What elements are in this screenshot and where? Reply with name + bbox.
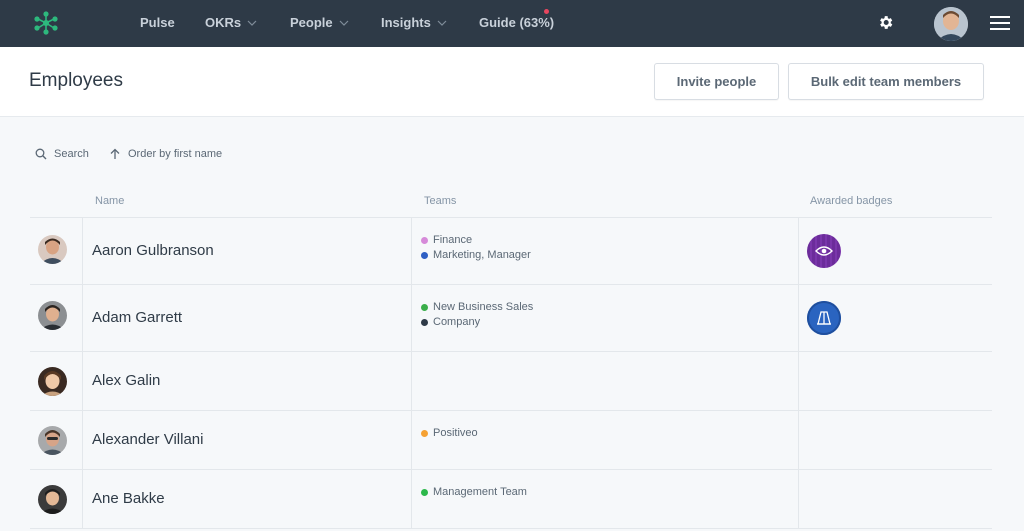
badges-cell [798, 411, 992, 469]
avatar-photo [38, 367, 67, 396]
badges-cell [798, 285, 992, 351]
table-row[interactable]: Aaron Gulbranson Finance Marketing, Mana… [30, 218, 992, 285]
name-cell: Alex Galin [82, 352, 411, 410]
employee-name[interactable]: Ane Bakke [92, 490, 165, 507]
order-by-button[interactable]: Order by first name [109, 148, 222, 160]
team-tag[interactable]: New Business Sales [421, 301, 533, 313]
avatar-cell [30, 285, 82, 351]
avatar-photo [38, 485, 67, 514]
team-name: Positiveo [433, 427, 478, 439]
search-label: Search [54, 148, 89, 160]
team-tag[interactable]: Company [421, 316, 480, 328]
avatar [38, 301, 67, 330]
avatar-photo [38, 235, 67, 264]
name-cell: Adam Garrett [82, 285, 411, 351]
column-header-badges: Awarded badges [810, 195, 893, 207]
team-name: New Business Sales [433, 301, 534, 313]
nav-insights-label: Insights [381, 15, 431, 30]
team-color-dot [421, 488, 428, 496]
book-icon [817, 311, 831, 325]
logo-icon[interactable] [33, 10, 59, 36]
table-row[interactable]: Ane Bakke Management Team [30, 470, 992, 529]
teams-cell: Finance Marketing, Manager [411, 218, 798, 284]
arrow-up-icon [110, 148, 120, 159]
hamburger-menu-icon[interactable] [990, 15, 1010, 31]
team-name: Finance [433, 234, 473, 246]
notification-dot [544, 9, 549, 14]
team-tag[interactable]: Finance [421, 234, 472, 246]
team-name: Company [433, 316, 481, 328]
nav-people[interactable]: People [290, 15, 349, 30]
avatar-photo [934, 7, 968, 41]
chevron-down-icon [437, 20, 447, 26]
avatar-cell [30, 218, 82, 284]
badges-cell [798, 218, 992, 284]
column-header-teams: Teams [424, 195, 457, 207]
avatar [38, 485, 67, 514]
table-row[interactable]: Alex Galin [30, 352, 992, 411]
user-avatar[interactable] [934, 7, 968, 41]
nav-okrs-label: OKRs [205, 15, 242, 30]
team-color-dot [421, 318, 428, 326]
nav-okrs[interactable]: OKRs [205, 15, 257, 30]
badges-cell [798, 352, 992, 410]
column-header-name[interactable]: Name [95, 195, 124, 207]
avatar [38, 235, 67, 264]
team-tag[interactable]: Positiveo [421, 427, 478, 439]
badges-cell [798, 470, 992, 528]
team-name: Management Team [433, 486, 527, 498]
team-tag[interactable]: Management Team [421, 486, 527, 498]
avatar-cell [30, 352, 82, 410]
team-tag[interactable]: Marketing, Manager [421, 249, 531, 261]
employee-name[interactable]: Aaron Gulbranson [92, 242, 214, 259]
teams-cell: New Business Sales Company [411, 285, 798, 351]
team-color-dot [421, 251, 428, 259]
team-name: Marketing, Manager [433, 249, 531, 261]
teams-cell [411, 352, 798, 410]
team-color-dot [421, 429, 428, 437]
employee-name[interactable]: Alex Galin [92, 372, 160, 389]
search-icon [35, 148, 47, 160]
team-color-dot [421, 303, 428, 311]
page-title: Employees [29, 70, 123, 91]
avatar [38, 367, 67, 396]
avatar-photo [38, 301, 67, 330]
employee-name[interactable]: Alexander Villani [92, 431, 203, 448]
employee-table: Aaron Gulbranson Finance Marketing, Mana… [30, 217, 992, 529]
name-cell: Aaron Gulbranson [82, 218, 411, 284]
nav-people-label: People [290, 15, 333, 30]
team-color-dot [421, 236, 428, 244]
avatar [38, 426, 67, 455]
book-badge-icon[interactable] [807, 301, 841, 335]
name-cell: Alexander Villani [82, 411, 411, 469]
avatar-photo [38, 426, 67, 455]
search-button[interactable]: Search [35, 148, 89, 160]
table-row[interactable]: Alexander Villani Positiveo [30, 411, 992, 470]
order-by-label: Order by first name [128, 148, 223, 160]
nav-insights[interactable]: Insights [381, 15, 447, 30]
eye-badge-icon[interactable] [807, 234, 841, 268]
chevron-down-icon [339, 20, 349, 26]
name-cell: Ane Bakke [82, 470, 411, 528]
top-navigation: Pulse OKRs People Insights Guide (63%) [0, 0, 1024, 47]
bulk-edit-button[interactable]: Bulk edit team members [788, 63, 984, 100]
nav-pulse[interactable]: Pulse [140, 15, 175, 30]
gear-icon[interactable] [877, 14, 894, 31]
eye-icon [815, 246, 833, 256]
chevron-down-icon [247, 20, 257, 26]
nav-pulse-label: Pulse [140, 15, 175, 30]
invite-people-button[interactable]: Invite people [654, 63, 779, 100]
nav-guide-label: Guide (63%) [479, 15, 555, 30]
teams-cell: Management Team [411, 470, 798, 528]
avatar-cell [30, 411, 82, 469]
page-header: Employees Invite people Bulk edit team m… [0, 47, 1024, 117]
avatar-cell [30, 470, 82, 528]
table-row[interactable]: Adam Garrett New Business Sales Company [30, 285, 992, 352]
nav-guide[interactable]: Guide (63%) [479, 15, 554, 30]
employee-name[interactable]: Adam Garrett [92, 309, 182, 326]
teams-cell: Positiveo [411, 411, 798, 469]
